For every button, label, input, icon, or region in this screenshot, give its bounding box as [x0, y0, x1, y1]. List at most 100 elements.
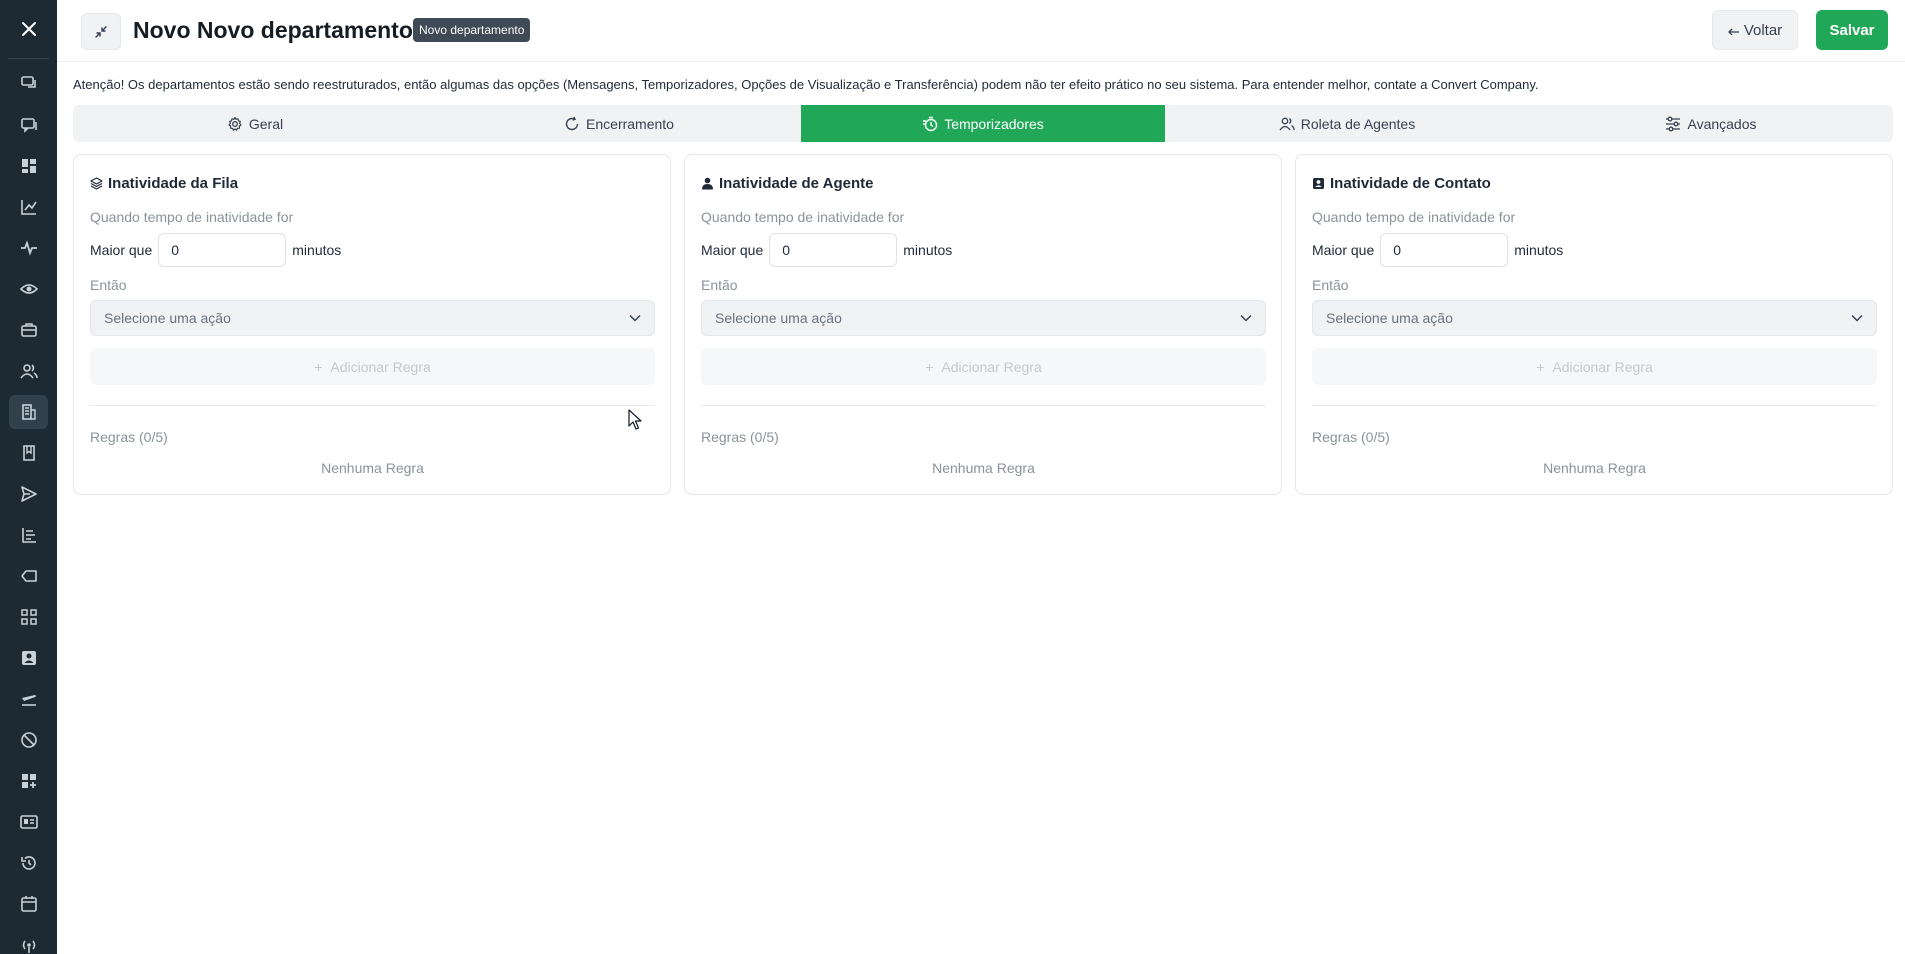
- tab-roleta-de-agentes[interactable]: Roleta de Agentes: [1165, 105, 1529, 142]
- card-title: Inatividade da Fila: [90, 175, 238, 192]
- person-icon: [702, 177, 713, 190]
- book-icon[interactable]: [9, 436, 48, 470]
- then-label: Então: [701, 277, 738, 293]
- card-divider: [90, 405, 655, 406]
- save-button[interactable]: Salvar: [1816, 10, 1888, 50]
- chevron-down-icon: [1240, 314, 1252, 322]
- action-select[interactable]: Selecione uma ação: [90, 300, 655, 336]
- minutes-unit-label: minutos: [1514, 242, 1564, 258]
- add-rule-button[interactable]: + Adicionar Regra: [701, 348, 1266, 385]
- dashboard-icon[interactable]: [9, 149, 48, 183]
- back-button[interactable]: Voltar: [1712, 10, 1798, 50]
- minutes-input[interactable]: 0: [1380, 233, 1509, 267]
- tab-geral-label: Geral: [248, 115, 284, 132]
- action-select[interactable]: Selecione uma ação: [1312, 300, 1877, 336]
- greater-than-label: Maior que: [701, 242, 764, 258]
- card-title-label: Inatividade de Agente: [719, 175, 874, 192]
- list-icon[interactable]: [9, 518, 48, 552]
- condition-label: Quando tempo de inatividade for: [1312, 209, 1516, 225]
- activity-icon[interactable]: [9, 231, 48, 265]
- then-label: Então: [90, 277, 127, 293]
- collapse-button[interactable]: [81, 13, 121, 50]
- tab-avancados[interactable]: Avançados: [1529, 105, 1893, 142]
- chevron-down-icon: [629, 314, 641, 322]
- add-rule-label: Adicionar Regra: [1552, 358, 1653, 375]
- card-title: Inatividade de Contato: [1312, 175, 1491, 192]
- departments-icon[interactable]: [9, 395, 48, 429]
- contact-inactivity-card: Inatividade de Contato Quando tempo de i…: [1295, 154, 1893, 495]
- department-badge: Novo departamento: [413, 18, 531, 42]
- tab-temporizadores[interactable]: Temporizadores: [801, 105, 1165, 142]
- minutes-input[interactable]: 0: [158, 233, 287, 267]
- condition-label: Quando tempo de inatividade for: [90, 209, 294, 225]
- antenna-icon[interactable]: [9, 928, 48, 954]
- flight-icon[interactable]: [9, 682, 48, 716]
- users-icon: [1279, 117, 1295, 130]
- history-icon[interactable]: [9, 846, 48, 880]
- calendar-icon[interactable]: [9, 887, 48, 921]
- action-select-placeholder: Selecione uma ação: [104, 310, 231, 326]
- sliders-icon: [1666, 116, 1681, 131]
- restructure-notice: Atenção! Os departamentos estão sendo re…: [73, 77, 1539, 92]
- contact-icon[interactable]: [9, 641, 48, 675]
- card-divider: [701, 405, 1266, 406]
- refresh-icon: [565, 116, 579, 130]
- back-button-label: Voltar: [1743, 21, 1783, 39]
- close-icon[interactable]: [12, 12, 45, 45]
- gear-icon: [228, 116, 242, 131]
- tag-icon[interactable]: [9, 559, 48, 593]
- greater-than-label: Maior que: [1312, 242, 1375, 258]
- block-icon[interactable]: [9, 723, 48, 757]
- back-arrow-icon: [1727, 28, 1739, 35]
- tab-geral[interactable]: Geral: [73, 105, 437, 142]
- minutes-unit-label: minutos: [292, 242, 342, 258]
- conversations-icon[interactable]: [9, 108, 48, 142]
- page-title: Novo Novo departamento: [133, 17, 413, 43]
- tab-encerramento-label: Encerramento: [586, 115, 674, 132]
- empty-rules-message: Nenhuma Regra: [1543, 460, 1646, 476]
- sidebar-divider: [8, 58, 49, 59]
- add-rule-button[interactable]: + Adicionar Regra: [90, 348, 655, 385]
- chevron-down-icon: [1851, 314, 1863, 322]
- action-select-placeholder: Selecione uma ação: [1326, 310, 1453, 326]
- threshold-row: Maior que 0 minutos: [701, 233, 952, 267]
- briefcase-icon[interactable]: [9, 313, 48, 347]
- card-title: Inatividade de Agente: [701, 175, 873, 192]
- send-icon[interactable]: [9, 477, 48, 511]
- empty-rules-message: Nenhuma Regra: [321, 460, 424, 476]
- empty-rules-message: Nenhuma Regra: [932, 460, 1035, 476]
- threshold-row: Maior que 0 minutos: [90, 233, 341, 267]
- minutes-input[interactable]: 0: [769, 233, 898, 267]
- action-select-placeholder: Selecione uma ação: [715, 310, 842, 326]
- add-rule-label: Adicionar Regra: [330, 358, 431, 375]
- apps-icon[interactable]: [9, 764, 48, 798]
- action-select[interactable]: Selecione uma ação: [701, 300, 1266, 336]
- tab-temporizadores-label: Temporizadores: [944, 115, 1044, 132]
- plus-icon: +: [314, 358, 323, 375]
- card-title-label: Inatividade da Fila: [108, 175, 239, 192]
- card-title-label: Inatividade de Contato: [1330, 175, 1491, 192]
- tab-bar: Geral Encerramento Temporizadores Roleta…: [73, 105, 1893, 142]
- add-rule-label: Adicionar Regra: [941, 358, 1042, 375]
- layers-icon: [90, 177, 103, 190]
- condition-label: Quando tempo de inatividade for: [701, 209, 905, 225]
- plus-icon: +: [925, 358, 934, 375]
- team-icon[interactable]: [9, 354, 48, 388]
- then-label: Então: [1312, 277, 1349, 293]
- eye-icon[interactable]: [9, 272, 48, 306]
- id-card-icon[interactable]: [9, 805, 48, 839]
- page-header: Novo Novo departamento Novo departamento…: [57, 0, 1905, 62]
- rules-count: Regras (0/5): [1312, 429, 1390, 445]
- add-rule-button[interactable]: + Adicionar Regra: [1312, 348, 1877, 385]
- tab-encerramento[interactable]: Encerramento: [437, 105, 801, 142]
- minimize-arrows-icon: [95, 25, 107, 38]
- chat-icon[interactable]: [9, 66, 48, 100]
- chart-icon[interactable]: [9, 190, 48, 224]
- threshold-row: Maior que 0 minutos: [1312, 233, 1563, 267]
- sidebar: [0, 0, 57, 954]
- grid-icon[interactable]: [9, 600, 48, 634]
- rules-count: Regras (0/5): [90, 429, 168, 445]
- mouse-cursor-icon: [628, 409, 642, 430]
- timer-icon: [923, 116, 938, 131]
- plus-icon: +: [1536, 358, 1545, 375]
